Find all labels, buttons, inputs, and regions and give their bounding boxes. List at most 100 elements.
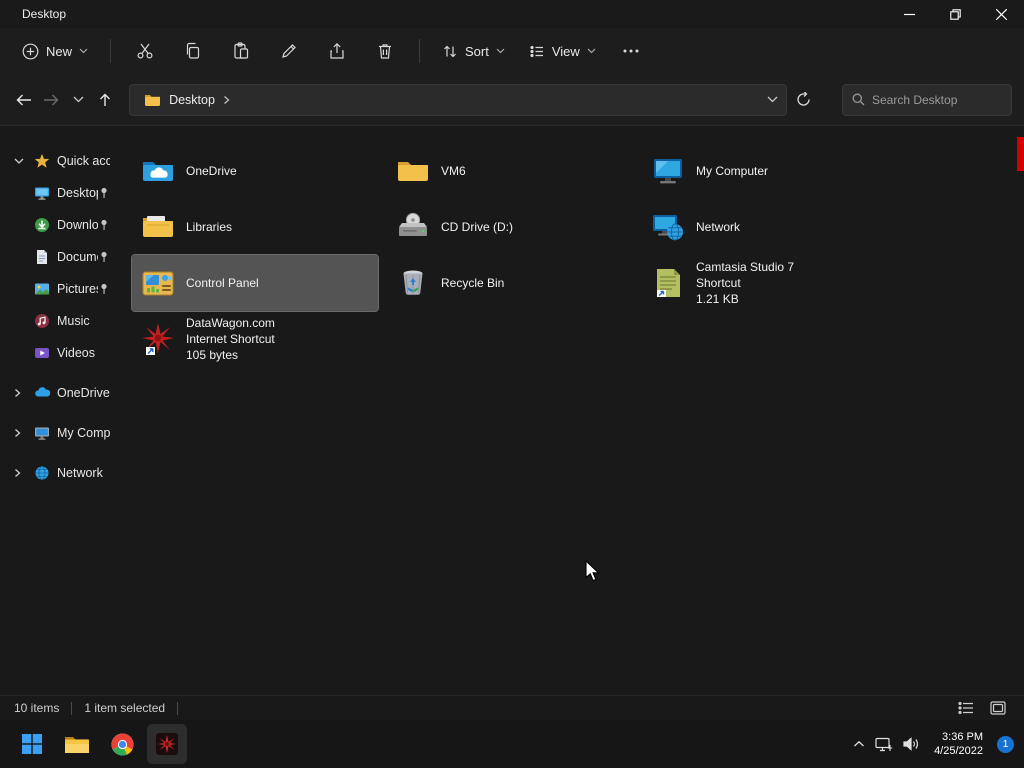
sidebar-item-label: Videos xyxy=(57,346,95,360)
recycle-bin-icon xyxy=(403,270,423,295)
music-icon xyxy=(35,314,49,328)
restore-button[interactable] xyxy=(932,0,978,28)
breadcrumb-location: Desktop xyxy=(169,92,215,107)
file-item-onedrive[interactable]: OneDrive xyxy=(132,143,378,199)
downloads-icon xyxy=(35,218,49,232)
sidebar-item-pictures[interactable]: Pictures xyxy=(0,273,118,305)
delete-button[interactable] xyxy=(363,35,407,67)
address-bar[interactable]: Desktop xyxy=(129,83,788,116)
file-name: Network xyxy=(696,220,741,234)
breadcrumb[interactable]: Desktop xyxy=(138,90,236,110)
toolbar-divider xyxy=(419,39,421,63)
sidebar-item-my-computer[interactable]: My Computer xyxy=(0,417,118,449)
forward-button[interactable] xyxy=(39,86,62,114)
close-button[interactable] xyxy=(978,0,1024,28)
details-view-toggle-icon[interactable] xyxy=(958,701,974,715)
file-item-camtasia-shortcut[interactable]: Camtasia Studio 7 Shortcut 1.21 KB xyxy=(642,255,888,311)
network-tray-icon[interactable] xyxy=(875,737,893,752)
new-button[interactable]: New xyxy=(12,36,98,67)
sidebar-item-onedrive[interactable]: OneDrive xyxy=(0,377,118,409)
file-item-recycle-bin[interactable]: Recycle Bin xyxy=(387,255,633,311)
file-item-libraries[interactable]: Libraries xyxy=(132,199,378,255)
notification-count: 1 xyxy=(1002,738,1009,750)
sidebar-item-documents[interactable]: Documents xyxy=(0,241,118,273)
search-input[interactable] xyxy=(871,92,1002,107)
cd-drive-icon xyxy=(399,213,427,236)
file-size: 1.21 KB xyxy=(696,292,739,306)
view-label: View xyxy=(551,43,580,59)
windows-logo-icon xyxy=(22,734,42,754)
view-button[interactable]: View xyxy=(519,37,606,66)
clock-time: 3:36 PM xyxy=(942,730,983,743)
file-item-vm6[interactable]: VM6 xyxy=(387,143,633,199)
chrome-taskbar-button[interactable] xyxy=(102,724,142,764)
toolbar-divider xyxy=(110,39,112,63)
navigation-pane: Quick access Desktop Downloads Documents… xyxy=(0,127,118,695)
desktop-icon xyxy=(35,187,49,200)
sort-label: Sort xyxy=(465,43,489,59)
hidden-icons-chevron-icon[interactable] xyxy=(853,740,865,748)
paste-button[interactable] xyxy=(219,35,263,67)
sort-button[interactable]: Sort xyxy=(432,37,515,66)
volume-tray-icon[interactable] xyxy=(903,737,920,751)
recorder-taskbar-button[interactable] xyxy=(147,724,187,764)
rename-icon xyxy=(282,44,296,58)
screen-edge-red-strip xyxy=(1017,137,1024,171)
file-name: My Computer xyxy=(696,164,769,178)
file-item-network[interactable]: Network xyxy=(642,199,888,255)
titlebar: Desktop xyxy=(0,0,1024,28)
minimize-button[interactable] xyxy=(886,0,932,28)
address-dropdown-icon[interactable] xyxy=(767,96,778,103)
file-list: OneDrive VM6 My Computer Libraries CD Dr… xyxy=(118,127,1024,695)
sidebar-item-downloads[interactable]: Downloads xyxy=(0,209,118,241)
file-name: Control Panel xyxy=(186,276,259,290)
large-icons-view-toggle-icon[interactable] xyxy=(990,701,1006,715)
rename-button[interactable] xyxy=(267,35,311,67)
sidebar-item-desktop[interactable]: Desktop xyxy=(0,177,118,209)
file-size: 105 bytes xyxy=(186,348,239,362)
address-row: Desktop xyxy=(0,74,1024,126)
chevron-down-icon xyxy=(79,48,88,54)
chevron-down-icon xyxy=(496,48,505,54)
back-button[interactable] xyxy=(12,86,35,114)
pictures-icon xyxy=(35,283,49,295)
forward-icon xyxy=(43,94,59,105)
pin-icon xyxy=(101,283,107,294)
up-button[interactable] xyxy=(94,86,117,114)
sidebar-item-videos[interactable]: Videos xyxy=(0,337,118,369)
sidebar-item-music[interactable]: Music xyxy=(0,305,118,337)
more-options-button[interactable] xyxy=(610,42,652,60)
sort-icon xyxy=(444,45,456,57)
copy-button[interactable] xyxy=(171,35,215,67)
refresh-button[interactable] xyxy=(791,86,816,114)
new-label: New xyxy=(46,43,73,59)
file-explorer-taskbar-button[interactable] xyxy=(57,724,97,764)
document-icon xyxy=(37,250,47,264)
videos-icon xyxy=(35,348,49,358)
file-item-cd-drive[interactable]: CD Drive (D:) xyxy=(387,199,633,255)
file-item-control-panel[interactable]: Control Panel xyxy=(131,254,379,312)
notification-badge[interactable]: 1 xyxy=(997,735,1014,753)
pin-icon xyxy=(101,219,107,230)
recent-locations-button[interactable] xyxy=(67,86,90,114)
start-button[interactable] xyxy=(12,724,52,764)
taskbar-clock[interactable]: 3:36 PM 4/25/2022 xyxy=(934,730,983,759)
sidebar-item-label: OneDrive xyxy=(57,386,110,400)
selection-count: 1 item selected xyxy=(84,701,166,715)
file-name: Libraries xyxy=(186,220,233,234)
cut-button[interactable] xyxy=(123,35,167,67)
search-box[interactable] xyxy=(841,83,1012,116)
share-button[interactable] xyxy=(315,35,359,67)
sidebar-item-label: My Computer xyxy=(57,426,110,440)
network-icon xyxy=(35,466,49,480)
control-panel-icon xyxy=(142,271,174,296)
file-item-my-computer[interactable]: My Computer xyxy=(642,143,888,199)
sidebar-item-label: Quick access xyxy=(57,154,110,168)
file-type: Shortcut xyxy=(696,276,741,290)
onedrive-folder-icon xyxy=(143,162,173,181)
chevron-down-icon xyxy=(587,48,596,54)
sidebar-item-network[interactable]: Network xyxy=(0,457,118,489)
file-item-datawagon-shortcut[interactable]: DataWagon.com Internet Shortcut 105 byte… xyxy=(132,311,378,367)
command-bar: New Sort View xyxy=(0,28,1024,74)
sidebar-item-quick-access[interactable]: Quick access xyxy=(0,145,118,177)
